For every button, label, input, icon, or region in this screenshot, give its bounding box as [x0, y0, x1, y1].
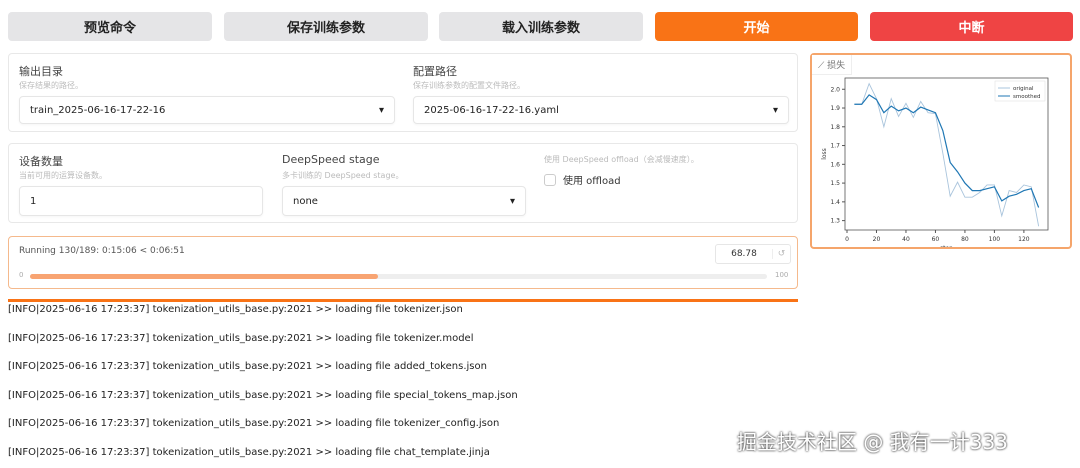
log-divider — [8, 299, 798, 302]
config-path-select[interactable]: 2025-06-16-17-22-16.yaml ▾ — [413, 96, 789, 124]
legend-label: original — [1013, 86, 1034, 92]
offload-label: 使用 offload — [563, 176, 621, 187]
x-axis-label: step — [940, 245, 953, 247]
x-tick-label: 40 — [902, 236, 910, 243]
x-tick-label: 20 — [873, 236, 881, 243]
config-path-hint: 保存训练参数的配置文件路径。 — [413, 81, 525, 90]
chevron-down-icon: ▾ — [509, 195, 515, 207]
output-dir-hint: 保存结果的路径。 — [19, 81, 83, 90]
watermark: 掘金技术社区 @ 我有一计333 — [737, 430, 1008, 454]
abort-button[interactable]: 中断 — [870, 12, 1073, 41]
x-tick-label: 100 — [989, 236, 1001, 243]
x-tick-label: 120 — [1018, 236, 1030, 243]
y-tick-label: 2.0 — [830, 86, 840, 93]
progress-status: Running 130/189: 0:15:06 < 0:06:51 — [19, 246, 185, 256]
config-path-label: 配置路径 — [413, 65, 457, 78]
y-tick-label: 1.3 — [830, 218, 840, 225]
log-line: [INFO|2025-06-16 17:23:37] tokenization_… — [8, 389, 518, 401]
y-tick-label: 1.6 — [830, 161, 840, 168]
y-tick-label: 1.4 — [830, 199, 840, 206]
loss-panel: ⟋ 损失 0 20 40 60 80 100 120 1.3 1.4 1.5 1.6 1.7 1.8 1.… — [810, 53, 1072, 249]
device-count-label: 设备数量 — [19, 155, 63, 168]
progress-max: 100 — [775, 271, 789, 279]
load-params-button[interactable]: 载入训练参数 — [439, 12, 643, 41]
chevron-down-icon: ▾ — [378, 104, 384, 116]
log-line: [INFO|2025-06-16 17:23:37] tokenization_… — [8, 304, 463, 315]
y-axis-label: loss — [821, 148, 828, 160]
offload-checkbox[interactable]: 使用 offload — [544, 172, 621, 187]
progress-panel: Running 130/189: 0:15:06 < 0:06:51 68.78… — [8, 236, 798, 289]
x-tick-label: 0 — [845, 236, 849, 243]
output-panel: 输出目录 保存结果的路径。 train_2025-06-16-17-22-16 ▾… — [8, 53, 798, 132]
loss-chart: 0 20 40 60 80 100 120 1.3 1.4 1.5 1.6 1.7 1.8 1.9 2.0 s… — [821, 77, 1049, 247]
ds-stage-label: DeepSpeed stage — [282, 153, 380, 166]
log-line: [INFO|2025-06-16 17:23:37] tokenization_… — [8, 332, 474, 344]
y-tick-label: 1.5 — [830, 180, 840, 187]
device-count-input[interactable]: 1 — [19, 186, 263, 216]
start-button[interactable]: 开始 — [655, 12, 858, 41]
device-count-value: 1 — [30, 195, 37, 207]
checkbox-box[interactable] — [544, 173, 556, 186]
x-tick-label: 80 — [961, 236, 969, 243]
save-params-button[interactable]: 保存训练参数 — [224, 12, 428, 41]
progress-number[interactable]: 68.78 ↺ — [715, 244, 791, 264]
y-tick-label: 1.7 — [830, 143, 840, 150]
x-tick-label: 60 — [932, 236, 940, 243]
config-path-value: 2025-06-16-17-22-16.yaml — [424, 104, 559, 116]
preview-command-button[interactable]: 预览命令 — [8, 12, 212, 41]
reset-icon[interactable]: ↺ — [772, 249, 790, 259]
progress-fill — [30, 274, 379, 279]
ds-stage-value: none — [293, 195, 318, 207]
y-tick-label: 1.9 — [830, 105, 840, 112]
progress-value: 68.78 — [731, 249, 757, 259]
offload-hint: 使用 DeepSpeed offload（会减慢速度）。 — [544, 155, 699, 164]
log-line: [INFO|2025-06-16 17:23:37] tokenization_… — [8, 418, 500, 429]
device-count-hint: 当前可用的运算设备数。 — [19, 171, 107, 180]
log-line: [INFO|2025-06-16 17:23:37] tokenization_… — [8, 446, 490, 458]
progress-min: 0 — [19, 271, 24, 279]
ds-stage-hint: 多卡训练的 DeepSpeed stage。 — [282, 171, 404, 180]
output-dir-label: 输出目录 — [19, 65, 63, 78]
output-dir-select[interactable]: train_2025-06-16-17-22-16 ▾ — [19, 96, 395, 124]
legend-label: smoothed — [1013, 94, 1040, 100]
log-line: [INFO|2025-06-16 17:23:37] tokenization_… — [8, 361, 487, 372]
progress-slider[interactable] — [30, 274, 767, 279]
ds-stage-select[interactable]: none ▾ — [282, 186, 526, 216]
device-panel: 设备数量 当前可用的运算设备数。 1 DeepSpeed stage 多卡训练的… — [8, 143, 798, 223]
chevron-down-icon: ▾ — [772, 104, 778, 116]
output-dir-value: train_2025-06-16-17-22-16 — [30, 104, 166, 116]
y-tick-label: 1.8 — [830, 124, 840, 131]
